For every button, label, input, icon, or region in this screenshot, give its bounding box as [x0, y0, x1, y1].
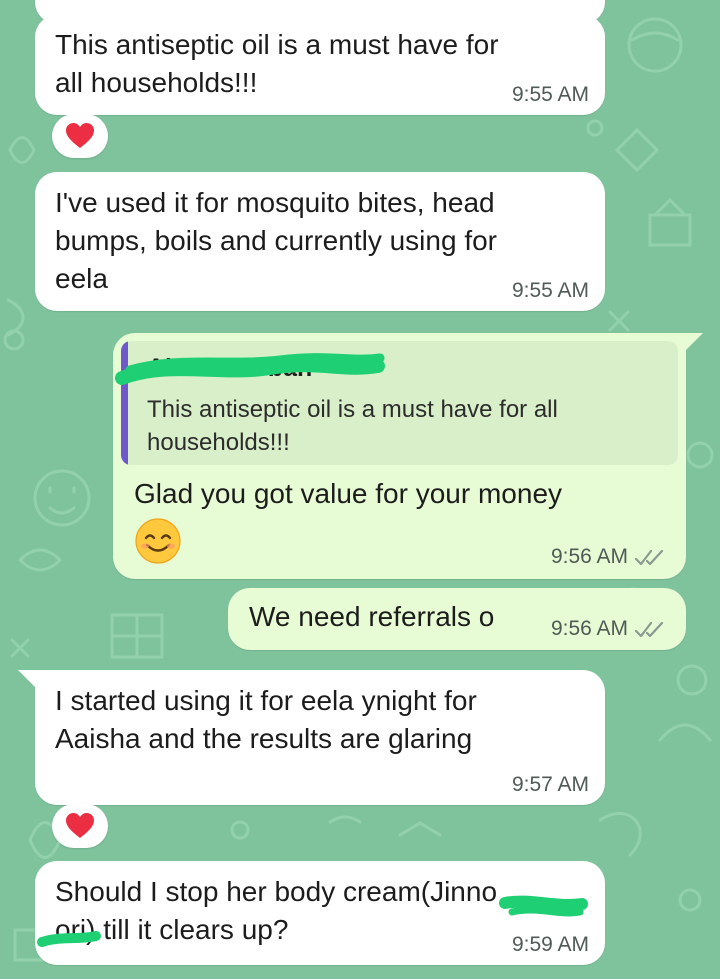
message-timestamp: 9:57 AM [511, 773, 589, 796]
heart-icon [66, 123, 94, 148]
message-text: I've used it for mosquito bites, head bu… [55, 187, 497, 294]
quoted-text: This antiseptic oil is a must have for a… [147, 396, 558, 456]
message-bubble-incoming[interactable]: I started using it for eela ynight for A… [35, 670, 605, 805]
reaction-badge[interactable] [52, 804, 108, 848]
message-timestamp: 9:56 AM [550, 545, 628, 568]
message-bubble-incoming[interactable]: This antiseptic oil is a must have for a… [35, 15, 605, 115]
heart-icon [66, 813, 94, 838]
message-timestamp: 9:56 AM [550, 617, 628, 640]
quoted-author: Al ish a R bah [147, 354, 313, 382]
message-timestamp: 9:55 AM [511, 279, 589, 302]
message-bubble-incoming[interactable]: Should I stop her body cream(Jinno ori) … [35, 861, 605, 965]
message-text: Glad you got value for your money [134, 478, 563, 509]
message-timestamp: 9:55 AM [511, 83, 589, 106]
bubble-tail [18, 670, 36, 688]
bubble-tail [685, 333, 703, 351]
message-text: We need referrals o [249, 601, 495, 632]
double-check-icon [634, 549, 664, 566]
message-bubble-incoming[interactable]: I've used it for mosquito bites, head bu… [35, 172, 605, 311]
quote-accent-bar [121, 341, 128, 465]
double-check-icon [634, 621, 664, 638]
message-timestamp: 9:59 AM [511, 933, 589, 956]
message-text: This antiseptic oil is a must have for a… [55, 29, 499, 98]
message-bubble-outgoing[interactable]: We need referrals o 9:56 AM [228, 588, 686, 650]
chat-screen: { "colors": { "wallpaper": "#7fc39d", "i… [0, 0, 720, 979]
quoted-message[interactable]: Al ish a R bah This antiseptic oil is a … [121, 341, 678, 465]
message-bubble-outgoing[interactable]: Al ish a R bah This antiseptic oil is a … [113, 333, 686, 579]
message-text: I started using it for eela ynight for A… [55, 685, 477, 754]
smiling-face-emoji-icon [135, 518, 181, 569]
reaction-badge[interactable] [52, 114, 108, 158]
